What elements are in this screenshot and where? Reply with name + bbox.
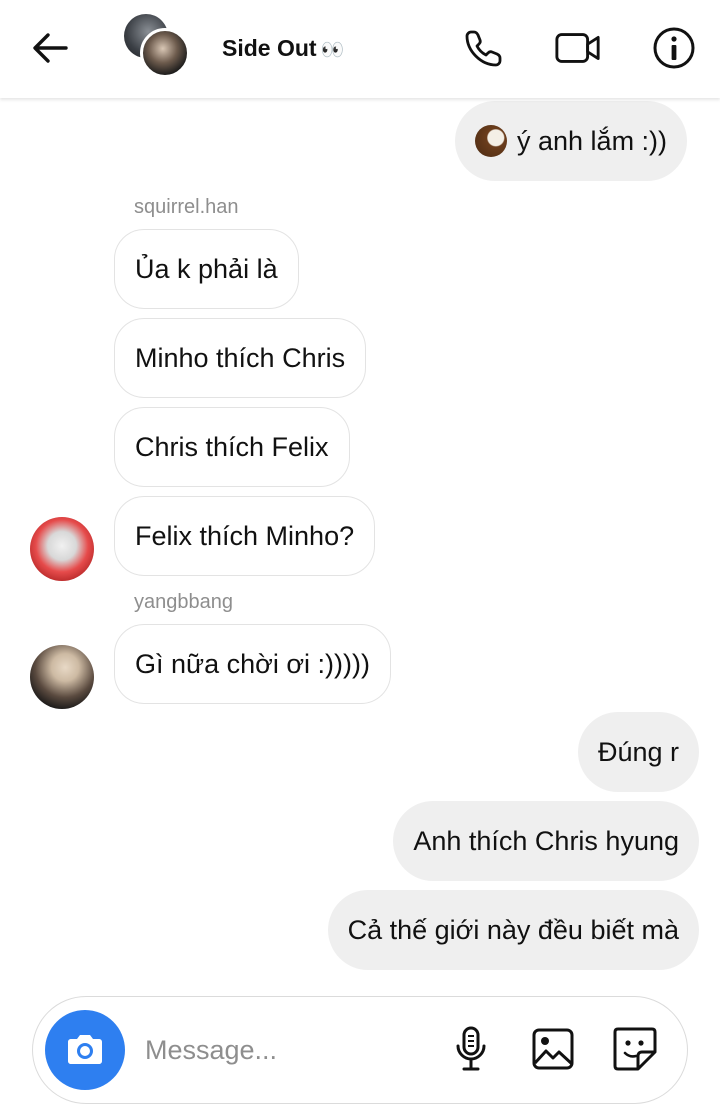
- chat-header: Side Out 👀: [0, 0, 720, 98]
- message-text: Gì nữa chời ơi :))))): [135, 648, 370, 679]
- incoming-message[interactable]: Ủa k phải là: [114, 229, 299, 309]
- message-text: Ủa k phải là: [135, 253, 278, 284]
- outgoing-message[interactable]: Đúng r: [577, 712, 699, 792]
- sender-name: yangbbang: [134, 591, 233, 613]
- outgoing-message[interactable]: Cả thế giới này đều biết mà: [327, 890, 699, 970]
- chat-title[interactable]: Side Out 👀: [222, 35, 344, 62]
- info-icon[interactable]: [650, 24, 698, 72]
- coconut-emoji: [475, 125, 507, 157]
- eyes-emoji: 👀: [320, 40, 345, 61]
- message-text: Cả thế giới này đều biết mà: [347, 914, 679, 945]
- member-avatar: [140, 28, 190, 78]
- message-text: Chris thích Felix: [135, 431, 329, 462]
- chat-title-text: Side Out: [222, 35, 317, 61]
- sender-avatar[interactable]: [30, 645, 94, 709]
- gallery-icon[interactable]: [529, 1025, 577, 1073]
- microphone-icon[interactable]: [447, 1025, 495, 1073]
- incoming-message[interactable]: Gì nữa chời ơi :))))): [114, 624, 391, 704]
- message-text: Anh thích Chris hyung: [413, 825, 679, 856]
- incoming-message[interactable]: Felix thích Minho?: [114, 496, 376, 576]
- message-text: ý anh lắm :)): [517, 125, 668, 156]
- message-text: Minho thích Chris: [135, 342, 346, 373]
- phone-icon[interactable]: [460, 24, 508, 72]
- message-text: Felix thích Minho?: [135, 520, 355, 551]
- message-composer: [32, 996, 688, 1104]
- sticker-icon[interactable]: [611, 1025, 659, 1073]
- incoming-message[interactable]: Chris thích Felix: [114, 407, 350, 487]
- sender-name: squirrel.han: [134, 196, 239, 218]
- outgoing-message[interactable]: ý anh lắm :)): [455, 101, 688, 181]
- back-arrow-icon[interactable]: [28, 28, 72, 68]
- message-text: Đúng r: [597, 736, 679, 767]
- incoming-message[interactable]: Minho thích Chris: [114, 318, 367, 398]
- group-avatar[interactable]: [124, 14, 190, 78]
- sender-avatar[interactable]: [30, 517, 94, 581]
- video-camera-icon[interactable]: [554, 24, 602, 72]
- outgoing-message[interactable]: Anh thích Chris hyung: [393, 801, 699, 881]
- camera-icon[interactable]: [45, 1010, 125, 1090]
- message-input[interactable]: [145, 1027, 425, 1073]
